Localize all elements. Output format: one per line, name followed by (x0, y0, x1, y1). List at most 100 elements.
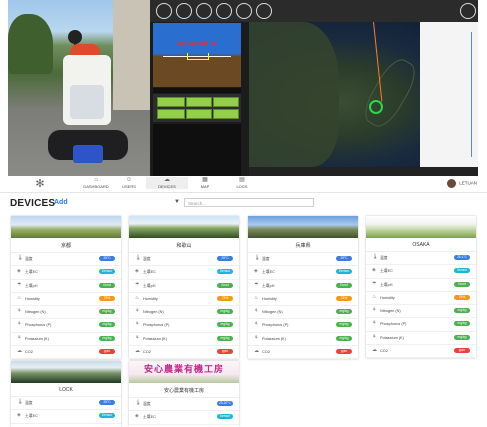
map-icon: ▦ (202, 177, 208, 183)
thermometer-icon: 🌡 (254, 255, 261, 261)
device-name: 和歌山 (129, 238, 239, 253)
metric-label: Nitrogen (N) (380, 309, 401, 314)
card-image (129, 216, 239, 238)
humidity-icon: ♨ (254, 294, 259, 301)
device-card-osaka[interactable]: OSAKA 🌡 温度 25.1°C ◈ 土壌EC Sensor ☂ 土壌pH Good ♨ Humi… (366, 216, 476, 359)
metric-label: 土壌pH (143, 283, 156, 288)
metric-row: ⚘ Phosphorus (P) mg/kg (248, 319, 358, 333)
flight-data-icon (156, 3, 172, 19)
metric-value-badge: mg/kg (99, 309, 115, 315)
metric-label: CO2 (143, 350, 151, 355)
simulation-icon (236, 3, 252, 19)
app-logo[interactable]: ✻ (33, 178, 47, 190)
metric-row: ⚘ Nitrogen (N) mg/kg (129, 306, 239, 320)
metric-label: 土壌pH (25, 283, 38, 288)
user-menu[interactable]: LETUAN (447, 179, 477, 188)
device-name: OSAKA (366, 238, 476, 252)
metric-label: 温度 (143, 402, 151, 406)
avatar (447, 179, 457, 188)
nav-label: LOGS (236, 184, 248, 189)
metric-value-badge: 25°C (99, 256, 115, 261)
metric-value-badge: 25°C (336, 256, 352, 261)
ground-control-screenshot: DISARMED (150, 0, 478, 176)
gcs-toolbar (150, 0, 478, 22)
nav-logs[interactable]: ▤ LOGS (221, 177, 263, 189)
filter-icon[interactable]: ▼ (174, 199, 180, 205)
device-card-organic-farm[interactable]: 安心農業有機工房 安心農業有機工房 🌡 温度 25.20°C ◈ 土壌EC Sensor (129, 361, 239, 427)
map-side-panel (420, 22, 478, 167)
thermometer-icon: 🌡 (135, 400, 142, 406)
device-card-kyoto[interactable]: 京都 🌡 温度 25°C ◈ 土壌EC Sensor ☂ 土壌pH Good ♨ Humidity 7… (11, 216, 121, 360)
device-card-lock[interactable]: LOCK 🌡 温度 25°C ◈ 土壌EC Sensor (11, 361, 121, 427)
device-card-wakayama[interactable]: 和歌山 🌡 温度 25°C ◈ 土壌EC Sensor ☂ 土壌pH Good ♨ Humidity… (129, 216, 239, 360)
metric-value-badge: Sensor (217, 269, 233, 275)
potassium-icon: ⚘ (254, 334, 259, 341)
metric-label: Nitrogen (N) (25, 310, 46, 315)
metric-value-badge: mg/kg (99, 335, 115, 341)
metric-label: 温度 (25, 401, 33, 405)
card-image (248, 216, 358, 238)
humidity-icon: ♨ (372, 293, 377, 300)
potassium-icon: ⚘ (372, 333, 377, 340)
soil-ec-icon: ◈ (135, 413, 139, 420)
add-device-link[interactable]: Add (54, 199, 68, 206)
phosphorus-icon: ⚘ (17, 321, 22, 328)
metric-label: Potassium (K) (262, 336, 286, 341)
metric-row: ☁ CO2 ppm (366, 345, 476, 359)
metric-label: Nitrogen (N) (143, 310, 164, 315)
metric-label: Potassium (K) (25, 336, 49, 341)
metric-value-badge: 25°C (99, 400, 115, 405)
metric-row: 🌡 温度 25°C (11, 253, 121, 267)
metric-label: Phosphorus (P) (380, 322, 407, 327)
search-input[interactable]: Search... (184, 198, 314, 207)
soil-ph-icon: ☂ (135, 281, 140, 288)
device-card-hyogo[interactable]: 兵庫県 🌡 温度 25°C ◈ 土壌EC Sensor ☂ 土壌pH Good ♨ Humidity… (248, 216, 358, 360)
metric-value-badge: Sensor (217, 414, 233, 420)
metric-value-badge: ppm (454, 348, 470, 354)
metric-row: ⚘ Potassium (K) mg/kg (129, 333, 239, 347)
setup-icon (196, 3, 212, 19)
nav-devices[interactable]: ☁ DEVICES (146, 177, 188, 189)
hud-status: DISARMED (177, 41, 217, 48)
soil-ec-icon: ◈ (17, 268, 21, 275)
metric-row: 🌡 温度 25.20°C (129, 398, 239, 412)
co2-icon: ☁ (372, 347, 377, 354)
metric-value-badge: Good (99, 282, 115, 288)
metric-row: ⚘ Potassium (K) mg/kg (11, 333, 121, 347)
metric-value-badge: 75% (454, 294, 470, 300)
hero-banner: DISARMED (8, 0, 478, 176)
metric-value-badge: ppm (336, 349, 352, 355)
metric-value-badge: Good (336, 282, 352, 288)
metric-row: ⚘ Nitrogen (N) mg/kg (248, 306, 358, 320)
phosphorus-icon: ⚘ (372, 320, 377, 327)
soil-ph-icon: ☂ (17, 281, 22, 288)
metric-row: ⚘ Nitrogen (N) mg/kg (11, 306, 121, 320)
potassium-icon: ⚘ (17, 334, 22, 341)
metric-label: Phosphorus (P) (25, 323, 52, 328)
metric-value-badge: Good (217, 282, 233, 288)
metric-label: 土壌pH (262, 283, 275, 288)
nitrogen-icon: ⚘ (135, 308, 140, 315)
metric-value-badge: mg/kg (99, 322, 115, 328)
potassium-icon: ⚘ (135, 334, 140, 341)
nav-label: USERS (122, 184, 136, 189)
nav-map[interactable]: ▦ MAP (184, 177, 226, 189)
metric-label: CO2 (262, 350, 270, 355)
metric-value-badge: mg/kg (454, 321, 470, 327)
metric-value-badge: Sensor (99, 269, 115, 275)
nav-users[interactable]: ☺ USERS (108, 177, 150, 189)
metric-value-badge: 25.1°C (454, 255, 470, 260)
phosphorus-icon: ⚘ (254, 321, 259, 328)
metric-label: 土壌EC (143, 415, 156, 420)
metric-row: ☂ 土壌pH Good (129, 280, 239, 293)
metric-label: 土壌EC (380, 269, 393, 274)
metric-row: ♨ Humidity 75% (248, 293, 358, 307)
metric-row: ⚘ Phosphorus (P) mg/kg (366, 318, 476, 332)
metric-label: Humidity (380, 295, 395, 300)
card-image (366, 216, 476, 238)
soil-ec-icon: ◈ (17, 412, 21, 419)
metric-row: ◈ 土壌EC Sensor (248, 266, 358, 280)
card-banner-text: 安心農業有機工房 (144, 364, 225, 374)
flight-plan-icon (176, 3, 192, 19)
metric-row: ☂ 土壌pH Good (366, 279, 476, 292)
